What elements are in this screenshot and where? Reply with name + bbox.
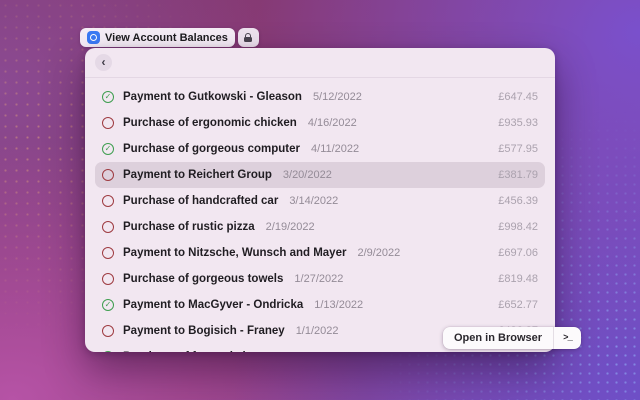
open-in-browser-button[interactable]: Open in Browser >_: [443, 327, 581, 349]
shortcut-title-chip-row: View Account Balances: [80, 28, 259, 47]
check-circle-icon: ✓: [102, 91, 114, 103]
shortcut-app-icon: [87, 31, 100, 44]
check-circle-icon: ✓: [102, 143, 114, 155]
transaction-row[interactable]: Purchase of handcrafted car 3/14/2022 £4…: [95, 188, 545, 214]
transaction-name: Purchase of gorgeous towels: [123, 273, 283, 285]
transaction-amount: £381.79: [498, 169, 538, 181]
open-circle-icon: [102, 325, 114, 337]
open-circle-icon: [102, 221, 114, 233]
transaction-name: Purchase of handcrafted car: [123, 195, 278, 207]
transaction-name: Payment to Bogisich - Franey: [123, 325, 285, 337]
transaction-date: 1/13/2022: [314, 299, 363, 311]
transaction-name: Purchase of rustic pizza: [123, 221, 255, 233]
transaction-row[interactable]: ✓ Purchase of gorgeous computer 4/11/202…: [95, 136, 545, 162]
transaction-name: Purchase of fantastic jeans: [123, 351, 272, 352]
transaction-amount: £456.39: [498, 195, 538, 207]
transaction-amount: £819.48: [498, 273, 538, 285]
shortcut-title-chip[interactable]: View Account Balances: [80, 28, 235, 47]
open-circle-icon: [102, 195, 114, 207]
open-circle-icon: [102, 273, 114, 285]
transaction-date: 4/16/2022: [308, 117, 357, 129]
check-circle-icon: ✓: [102, 351, 114, 352]
open-in-browser-label: Open in Browser: [443, 327, 553, 349]
transaction-date: 1/27/2022: [294, 273, 343, 285]
transaction-row[interactable]: Purchase of ergonomic chicken 4/16/2022 …: [95, 110, 545, 136]
transaction-row[interactable]: Purchase of gorgeous towels 1/27/2022 £8…: [95, 266, 545, 292]
transaction-amount: £935.93: [498, 117, 538, 129]
transaction-date: 1/1/2022: [296, 325, 339, 337]
transaction-row[interactable]: Payment to Nitzsche, Wunsch and Mayer 2/…: [95, 240, 545, 266]
open-circle-icon: [102, 117, 114, 129]
transaction-date: 3/14/2022: [289, 195, 338, 207]
transaction-name: Purchase of gorgeous computer: [123, 143, 300, 155]
transaction-date: 4/11/2022: [311, 143, 359, 155]
panel-header: ‹: [85, 48, 555, 78]
open-circle-icon: [102, 169, 114, 181]
transaction-amount: £647.45: [498, 91, 538, 103]
shortcut-title-label: View Account Balances: [105, 32, 228, 44]
back-button[interactable]: ‹: [95, 54, 112, 71]
transaction-date: 5/12/2022: [313, 91, 362, 103]
transaction-date: 2/19/2022: [266, 221, 315, 233]
check-circle-icon: ✓: [102, 299, 114, 311]
transaction-name: Payment to Gutkowski - Gleason: [123, 91, 302, 103]
transaction-date: 3/20/2022: [283, 169, 332, 181]
transaction-row[interactable]: ✓ Payment to Gutkowski - Gleason 5/12/20…: [95, 84, 545, 110]
transaction-row[interactable]: ✓ Payment to MacGyver - Ondricka 1/13/20…: [95, 292, 545, 318]
transaction-row[interactable]: Purchase of rustic pizza 2/19/2022 £998.…: [95, 214, 545, 240]
transaction-amount: £310.89: [498, 351, 538, 352]
transaction-name: Purchase of ergonomic chicken: [123, 117, 297, 129]
account-balances-panel: ‹ ✓ Payment to Gutkowski - Gleason 5/12/…: [85, 48, 555, 352]
transactions-list: ✓ Payment to Gutkowski - Gleason 5/12/20…: [85, 78, 555, 352]
transaction-date: 12/9/2021: [283, 351, 332, 352]
transaction-amount: £998.42: [498, 221, 538, 233]
transaction-amount: £577.95: [498, 143, 538, 155]
transaction-name: Payment to MacGyver - Ondricka: [123, 299, 303, 311]
lock-badge[interactable]: [238, 28, 259, 47]
transaction-amount: £652.77: [498, 299, 538, 311]
transaction-date: 2/9/2022: [357, 247, 400, 259]
transaction-name: Payment to Nitzsche, Wunsch and Mayer: [123, 247, 346, 259]
transaction-amount: £697.06: [498, 247, 538, 259]
transaction-name: Payment to Reichert Group: [123, 169, 272, 181]
terminal-icon[interactable]: >_: [554, 327, 581, 349]
transaction-row[interactable]: Payment to Reichert Group 3/20/2022 £381…: [95, 162, 545, 188]
open-circle-icon: [102, 247, 114, 259]
